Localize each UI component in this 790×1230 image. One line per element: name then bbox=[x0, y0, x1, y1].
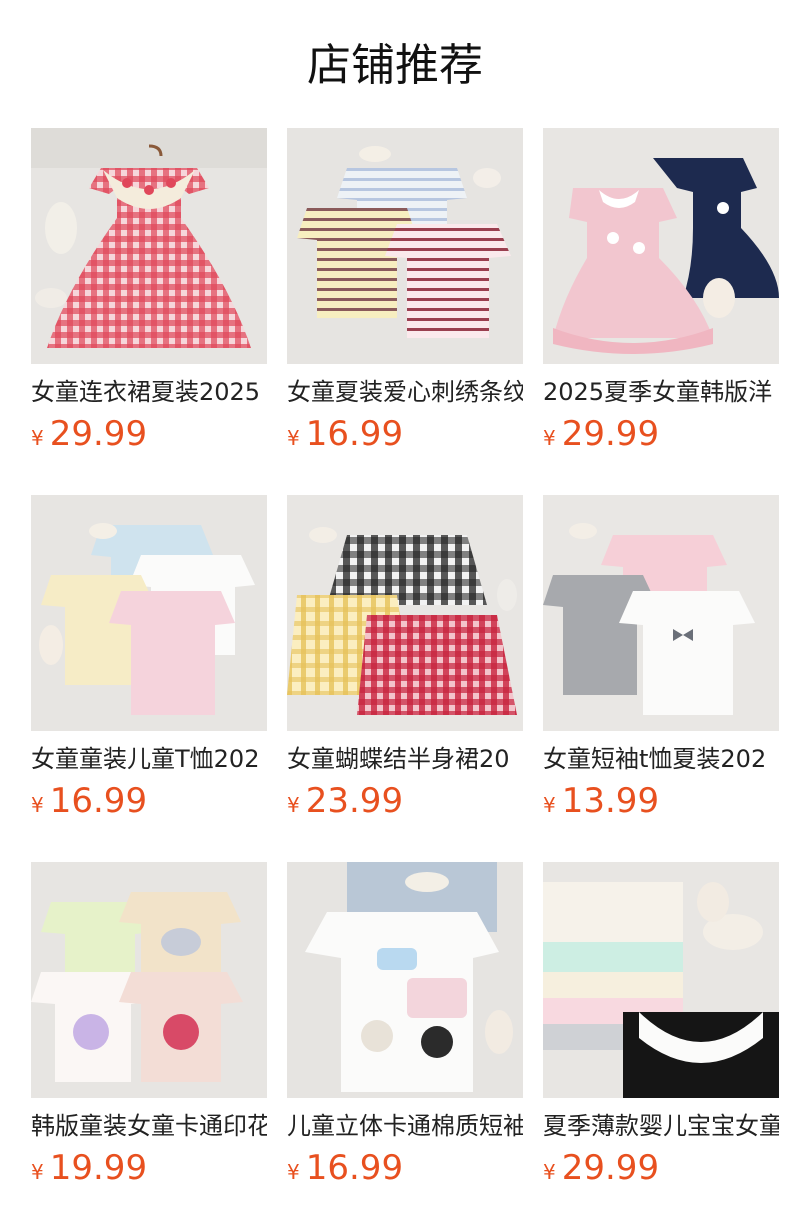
price-amount: 16.99 bbox=[49, 781, 148, 821]
product-image[interactable] bbox=[287, 495, 523, 731]
product-image[interactable] bbox=[31, 495, 267, 731]
bow-tshirts-photo-icon bbox=[543, 495, 779, 731]
striped-tshirts-photo-icon bbox=[287, 128, 523, 364]
product-price: ¥29.99 bbox=[543, 414, 659, 454]
product-card[interactable]: 韩版童装女童卡通印花 ¥19.99 bbox=[31, 862, 267, 1192]
currency-symbol: ¥ bbox=[31, 793, 44, 817]
product-price: ¥29.99 bbox=[31, 414, 147, 454]
product-image[interactable] bbox=[31, 862, 267, 1098]
product-name[interactable]: 夏季薄款婴儿宝宝女童 bbox=[543, 1110, 779, 1142]
currency-symbol: ¥ bbox=[287, 793, 300, 817]
product-image[interactable] bbox=[543, 495, 779, 731]
price-amount: 23.99 bbox=[305, 781, 404, 821]
product-price: ¥16.99 bbox=[287, 414, 403, 454]
currency-symbol: ¥ bbox=[543, 1160, 556, 1184]
price-amount: 19.99 bbox=[49, 1148, 148, 1188]
product-name[interactable]: 2025夏季女童韩版洋 bbox=[543, 376, 779, 408]
product-image[interactable] bbox=[287, 128, 523, 364]
white-cartoon-tshirt-photo-icon bbox=[287, 862, 523, 1098]
currency-symbol: ¥ bbox=[287, 426, 300, 450]
price-amount: 29.99 bbox=[561, 414, 660, 454]
product-card[interactable]: 2025夏季女童韩版洋 ¥29.99 bbox=[543, 128, 779, 458]
product-name[interactable]: 女童夏装爱心刺绣条纹 bbox=[287, 376, 523, 408]
product-image[interactable] bbox=[543, 128, 779, 364]
currency-symbol: ¥ bbox=[543, 426, 556, 450]
product-card[interactable]: 女童连衣裙夏装2025 ¥29.99 bbox=[31, 128, 267, 458]
cartoon-print-tshirts-photo-icon bbox=[31, 862, 267, 1098]
red-gingham-dress-photo-icon bbox=[31, 128, 267, 364]
product-image[interactable] bbox=[287, 862, 523, 1098]
product-price: ¥16.99 bbox=[287, 1148, 403, 1188]
price-amount: 16.99 bbox=[305, 414, 404, 454]
product-card[interactable]: 女童童装儿童T恤202 ¥16.99 bbox=[31, 495, 267, 825]
product-name[interactable]: 女童蝴蝶结半身裙20 bbox=[287, 743, 523, 775]
product-name[interactable]: 女童童装儿童T恤202 bbox=[31, 743, 267, 775]
product-price: ¥23.99 bbox=[287, 781, 403, 821]
product-card[interactable]: 夏季薄款婴儿宝宝女童 ¥29.99 bbox=[543, 862, 779, 1192]
section-title: 店铺推荐 bbox=[307, 40, 483, 91]
product-price: ¥29.99 bbox=[543, 1148, 659, 1188]
product-name[interactable]: 儿童立体卡通棉质短袖 bbox=[287, 1110, 523, 1142]
product-card[interactable]: 女童蝴蝶结半身裙20 ¥23.99 bbox=[287, 495, 523, 825]
currency-symbol: ¥ bbox=[543, 793, 556, 817]
price-amount: 13.99 bbox=[561, 781, 660, 821]
product-name[interactable]: 女童连衣裙夏装2025 bbox=[31, 376, 267, 408]
product-name[interactable]: 韩版童装女童卡通印花 bbox=[31, 1110, 267, 1142]
pastel-tshirts-photo-icon bbox=[31, 495, 267, 731]
product-card[interactable]: 儿童立体卡通棉质短袖 ¥16.99 bbox=[287, 862, 523, 1192]
currency-symbol: ¥ bbox=[31, 1160, 44, 1184]
product-image[interactable] bbox=[31, 128, 267, 364]
product-card[interactable]: 女童短袖t恤夏装202 ¥13.99 bbox=[543, 495, 779, 825]
product-name[interactable]: 女童短袖t恤夏装202 bbox=[543, 743, 779, 775]
product-price: ¥16.99 bbox=[31, 781, 147, 821]
price-amount: 16.99 bbox=[305, 1148, 404, 1188]
price-amount: 29.99 bbox=[49, 414, 148, 454]
currency-symbol: ¥ bbox=[31, 426, 44, 450]
product-price: ¥13.99 bbox=[543, 781, 659, 821]
plaid-skirts-photo-icon bbox=[287, 495, 523, 731]
product-card[interactable]: 女童夏装爱心刺绣条纹 ¥16.99 bbox=[287, 128, 523, 458]
price-amount: 29.99 bbox=[561, 1148, 660, 1188]
product-price: ¥19.99 bbox=[31, 1148, 147, 1188]
product-image[interactable] bbox=[543, 862, 779, 1098]
currency-symbol: ¥ bbox=[287, 1160, 300, 1184]
pink-navy-dresses-photo-icon bbox=[543, 128, 779, 364]
lace-collar-cardigans-photo-icon bbox=[543, 862, 779, 1098]
